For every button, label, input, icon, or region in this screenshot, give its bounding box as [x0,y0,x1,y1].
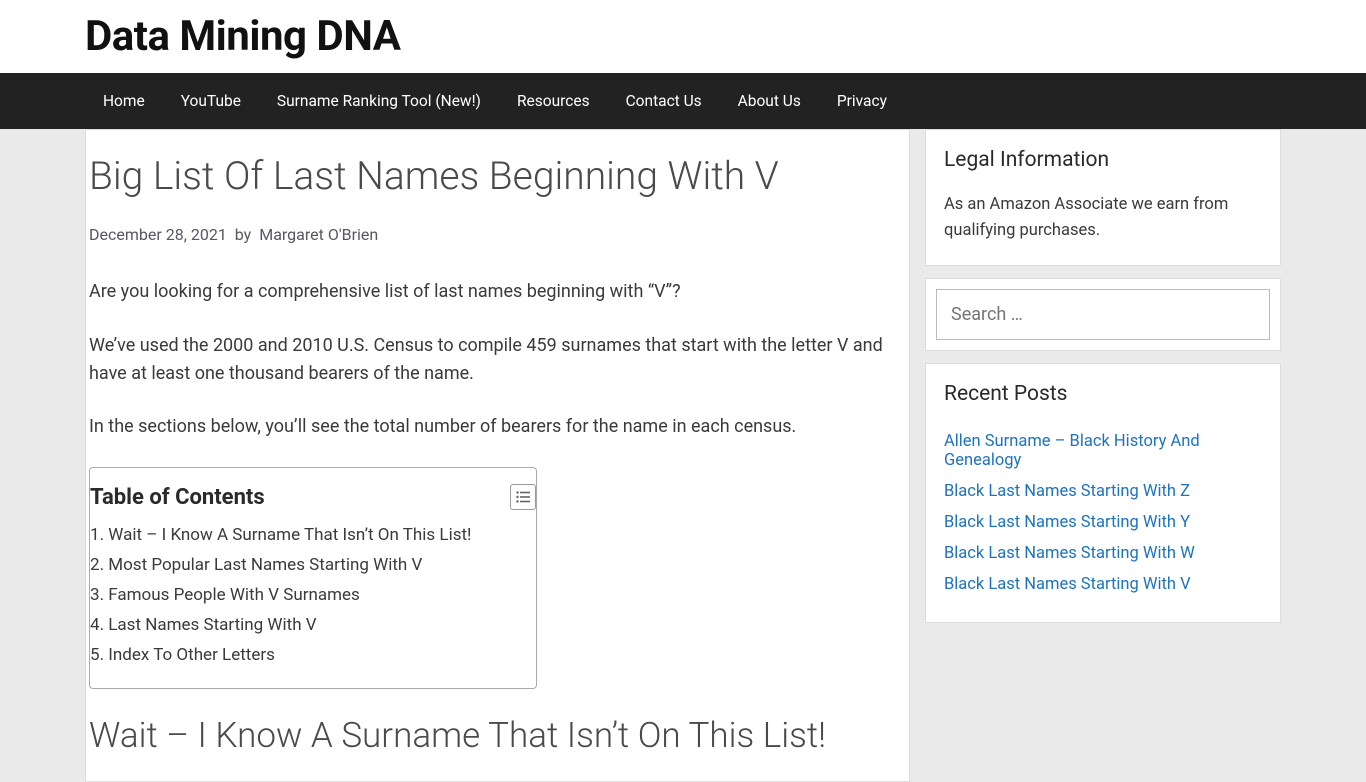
site-header: Data Mining DNA [0,0,1366,73]
nav-youtube[interactable]: YouTube [163,73,259,129]
search-widget [925,278,1281,351]
nav-resources[interactable]: Resources [499,73,608,129]
site-title[interactable]: Data Mining DNA [85,12,1281,61]
section-heading-1: Wait – I Know A Surname That Isn’t On Th… [89,715,906,757]
article-author[interactable]: Margaret O'Brien [259,225,378,244]
legal-widget: Legal Information As an Amazon Associate… [925,129,1281,266]
recent-post-link-2[interactable]: Black Last Names Starting With Z [944,482,1190,501]
meta-by: by [235,225,251,244]
recent-post-item: Black Last Names Starting With Y [944,507,1262,538]
article-title: Big List Of Last Names Beginning With V [89,152,906,213]
recent-posts-title: Recent Posts [944,382,1262,406]
article-paragraph-3: In the sections below, you’ll see the to… [89,413,906,441]
nav-about-us[interactable]: About Us [720,73,819,129]
recent-post-item: Black Last Names Starting With V [944,569,1262,600]
legal-text: As an Amazon Associate we earn from qual… [944,192,1262,243]
toc-toggle-button[interactable] [510,484,536,510]
article-date: December 28, 2021 [89,225,227,244]
recent-post-link-3[interactable]: Black Last Names Starting With Y [944,513,1190,532]
sidebar: Legal Information As an Amazon Associate… [925,129,1281,782]
list-icon [516,491,530,503]
table-of-contents: Table of Contents Wait – I Know A [89,467,537,689]
recent-post-link-1[interactable]: Allen Surname – Black History And Geneal… [944,432,1200,470]
main-nav: Home YouTube Surname Ranking Tool (New!)… [0,73,1366,129]
toc-item-5[interactable]: Index To Other Letters [90,640,536,670]
nav-privacy[interactable]: Privacy [819,73,905,129]
article-paragraph-1: Are you looking for a comprehensive list… [89,278,906,306]
main-content: Big List Of Last Names Beginning With V … [85,129,910,782]
recent-post-item: Black Last Names Starting With W [944,538,1262,569]
nav-surname-ranking-tool[interactable]: Surname Ranking Tool (New!) [259,73,499,129]
toc-item-4[interactable]: Last Names Starting With V [90,610,536,640]
article-paragraph-2: We’ve used the 2000 and 2010 U.S. Census… [89,332,906,388]
recent-post-link-5[interactable]: Black Last Names Starting With V [944,575,1191,594]
nav-home[interactable]: Home [85,73,163,129]
toc-item-2[interactable]: Most Popular Last Names Starting With V [90,550,536,580]
search-input[interactable] [936,289,1270,340]
legal-title: Legal Information [944,148,1262,172]
nav-contact-us[interactable]: Contact Us [608,73,720,129]
toc-item-3[interactable]: Famous People With V Surnames [90,580,536,610]
recent-post-item: Black Last Names Starting With Z [944,476,1262,507]
article-meta: December 28, 2021 by Margaret O'Brien [89,225,906,244]
toc-title: Table of Contents [90,485,265,510]
recent-posts-widget: Recent Posts Allen Surname – Black Histo… [925,363,1281,623]
recent-post-item: Allen Surname – Black History And Geneal… [944,426,1262,476]
recent-post-link-4[interactable]: Black Last Names Starting With W [944,544,1195,563]
toc-item-1[interactable]: Wait – I Know A Surname That Isn’t On Th… [90,520,536,550]
